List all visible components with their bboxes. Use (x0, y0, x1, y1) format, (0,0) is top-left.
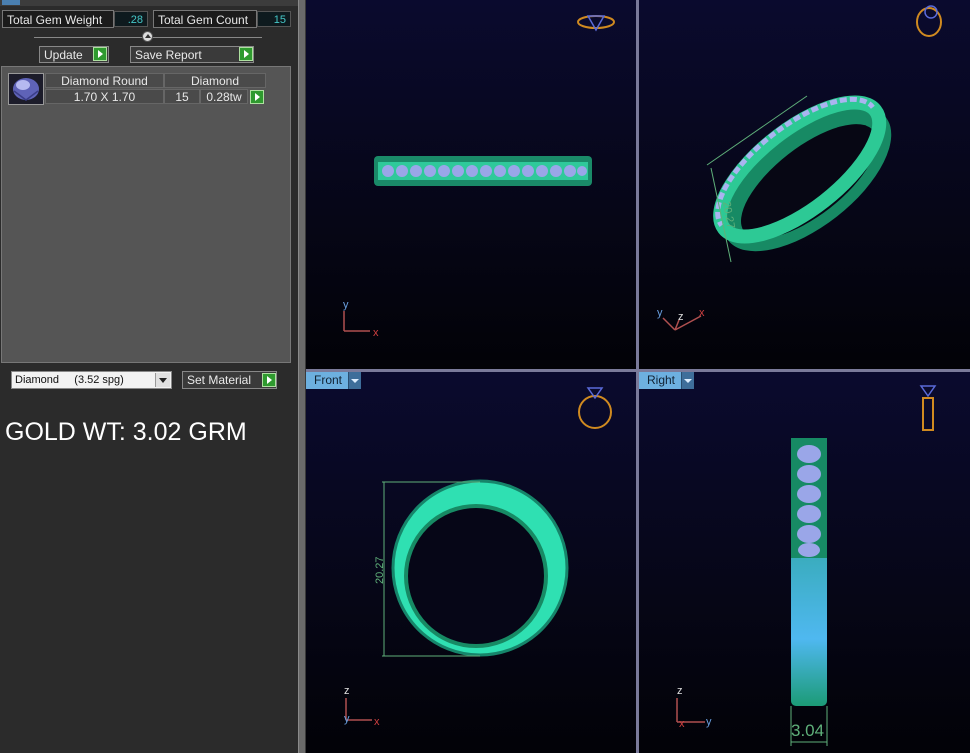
viewport-right-label: Right (647, 373, 676, 387)
axis-gizmo (345, 698, 372, 721)
stone-row (382, 165, 587, 177)
set-material-go-icon[interactable] (262, 373, 276, 387)
right-dimension-value: 3.04 (791, 721, 824, 740)
gem-row-go-icon[interactable] (250, 90, 264, 104)
right-view-canvas: 3.04 z x y (676, 385, 937, 746)
material-select-value: Diamond (3.52 spg) (15, 374, 124, 386)
gem-thumbnail[interactable] (8, 73, 44, 105)
axis-z-label: z (678, 311, 684, 323)
total-gem-weight-label: Total Gem Weight (2, 10, 114, 28)
viewport-divider-vertical[interactable] (636, 0, 639, 753)
ring-orientation-icon[interactable] (578, 387, 612, 429)
gem-weight-cell: 0.28tw (200, 89, 248, 104)
chevron-down-icon[interactable] (155, 373, 170, 387)
save-report-button[interactable]: Save Report (130, 46, 254, 63)
axis-x-label: x (699, 307, 705, 319)
chevron-down-icon[interactable] (348, 372, 362, 389)
axis-y-label: y (706, 716, 712, 728)
axis-x-label: x (374, 716, 380, 728)
total-gem-count-value: 15 (257, 11, 291, 27)
chevron-up-icon (145, 34, 151, 38)
gem-count-cell: 15 (164, 89, 200, 104)
top-view-canvas: y x (343, 15, 615, 339)
front-dimension-value: 20.27 (374, 556, 386, 584)
axis-y-label: y (344, 713, 350, 725)
panel-tab-strip (0, 0, 298, 6)
viewport-menu-front[interactable]: Front (306, 372, 362, 389)
gem-report-panel: Total Gem Weight .28 Total Gem Count 15 … (0, 0, 298, 753)
update-button-label: Update (44, 48, 83, 62)
collapse-handle[interactable] (142, 31, 153, 42)
panel-splitter[interactable] (298, 0, 306, 753)
total-gem-count-label: Total Gem Count (153, 10, 257, 28)
viewport-front[interactable]: 20.27 z y x Front (306, 372, 636, 753)
front-view-canvas: 20.27 z y x (344, 387, 612, 728)
chevron-down-icon[interactable] (681, 372, 695, 389)
axis-x-label: x (373, 327, 379, 339)
save-report-button-label: Save Report (135, 48, 202, 62)
column-header-type: Diamond (164, 73, 266, 88)
axis-x-label: x (679, 718, 685, 730)
material-select[interactable]: Diamond (3.52 spg) (11, 371, 172, 389)
perspective-view-canvas: 20.27 y z x (657, 5, 942, 331)
axis-y-label: y (343, 299, 349, 311)
ring-orientation-icon[interactable] (577, 15, 615, 32)
panel-tab[interactable] (2, 0, 20, 5)
viewport-top[interactable]: y x (306, 0, 636, 369)
axis-y-label: y (657, 307, 663, 319)
axis-z-label: z (677, 685, 683, 697)
viewport-front-label: Front (314, 373, 343, 387)
column-header-shape: Diamond Round (45, 73, 164, 88)
axis-z-label: z (344, 685, 350, 697)
ring-orientation-icon[interactable] (919, 385, 937, 431)
viewport-perspective[interactable]: 20.27 y z x (639, 0, 970, 369)
ring-orientation-icon[interactable] (916, 5, 942, 37)
update-go-icon[interactable] (93, 47, 107, 61)
total-gem-weight-value: .28 (114, 11, 148, 27)
save-report-go-icon[interactable] (239, 47, 253, 61)
gem-size-cell: 1.70 X 1.70 (45, 89, 164, 104)
viewport-right[interactable]: 3.04 z x y Right (639, 372, 970, 753)
viewport-menu-right[interactable]: Right (639, 372, 695, 389)
set-material-button-label: Set Material (187, 373, 252, 387)
band-perspective-shape (713, 95, 892, 252)
round-diamond-icon (13, 78, 39, 101)
gold-weight-text: GOLD WT: 3.02 GRM (5, 418, 247, 446)
axis-gizmo (343, 311, 370, 332)
gem-list: Diamond Round Diamond 1.70 X 1.70 15 0.2… (1, 66, 291, 363)
